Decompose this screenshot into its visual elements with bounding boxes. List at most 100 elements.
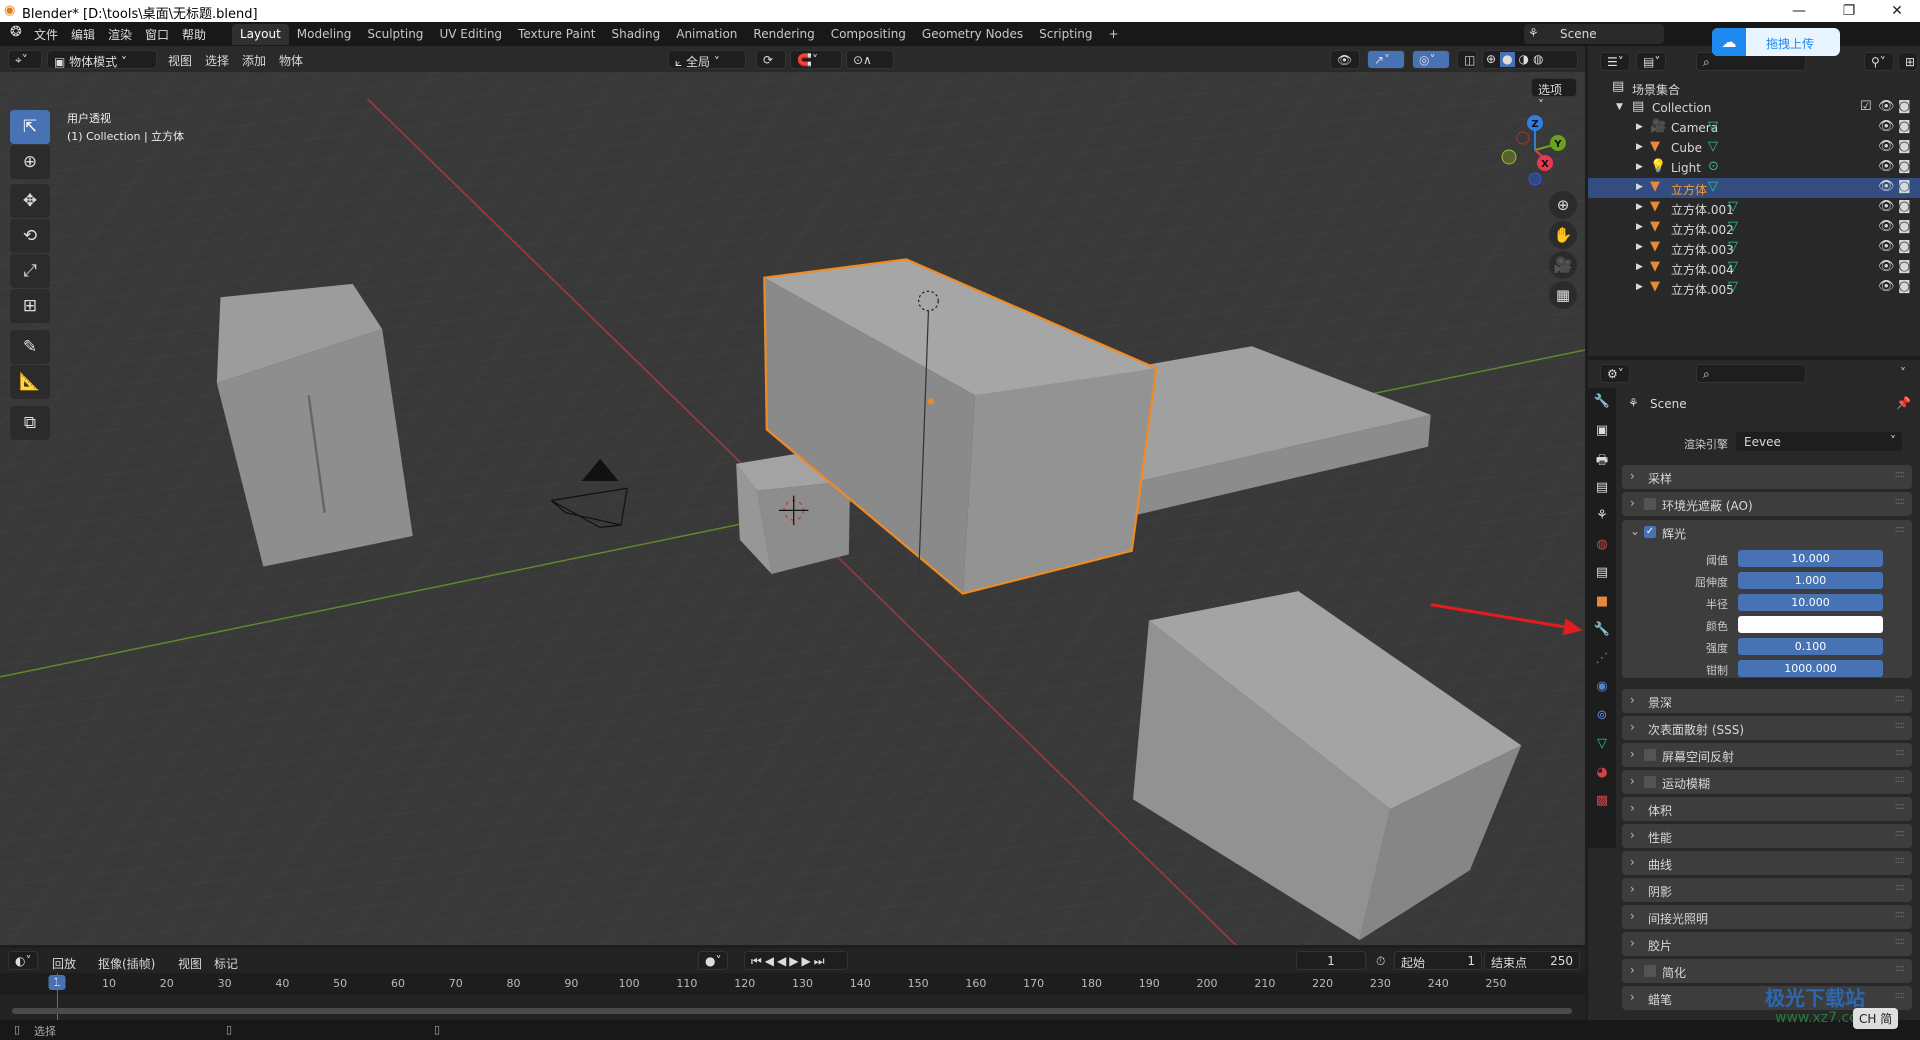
timeline-scrollbar[interactable] <box>12 1008 1572 1014</box>
bloom-field-value[interactable]: 10.000 <box>1738 550 1883 567</box>
upload-widget[interactable]: ☁ 拖拽上传 <box>1712 28 1840 56</box>
light-data-icon[interactable]: ⊙ <box>1708 159 1719 174</box>
drag-handle-icon[interactable]: :::: <box>1895 855 1906 866</box>
tab-scene-icon[interactable]: ⚘ <box>1592 508 1612 528</box>
chevron-right-icon[interactable]: › <box>1630 496 1635 510</box>
select-tool-icon[interactable]: ⇱ <box>10 110 50 144</box>
minimize-button[interactable]: — <box>1776 0 1822 22</box>
chevron-right-icon[interactable]: › <box>1630 963 1635 977</box>
current-frame-field[interactable]: 1 <box>1296 951 1366 970</box>
close-button[interactable]: ✕ <box>1874 0 1920 22</box>
bloom-field-value[interactable]: 1.000 <box>1738 572 1883 589</box>
outliner-item[interactable]: ▶ ▼ 立方体.002 ▽ 👁 ◙ <box>1588 218 1920 238</box>
mesh-data-icon[interactable]: ▽ <box>1708 179 1718 194</box>
menu-help[interactable]: 帮助 <box>182 26 206 43</box>
panel-checkbox[interactable] <box>1644 776 1656 788</box>
workspace-tab-2[interactable]: Sculpting <box>359 24 431 45</box>
eye-icon[interactable]: 👁 <box>1878 139 1895 154</box>
overlay-toggle-icon[interactable]: ◎˅ <box>1412 50 1450 69</box>
chevron-right-icon[interactable]: › <box>1630 774 1635 788</box>
eye-icon[interactable]: 👁 <box>1878 99 1895 114</box>
drag-handle-icon[interactable]: :::: <box>1895 496 1906 507</box>
outliner-item[interactable]: ▶ ▼ 立方体.005 ▽ 👁 ◙ <box>1588 278 1920 298</box>
stopwatch-icon[interactable]: ⏱ <box>1376 954 1385 969</box>
workspace-tab-8[interactable]: Compositing <box>823 24 914 45</box>
drag-handle-icon[interactable]: :::: <box>1895 693 1906 704</box>
menu-playback[interactable]: 回放 <box>52 955 76 972</box>
timeline-editor-icon[interactable]: ◐˅ <box>8 951 38 970</box>
panel[interactable]: › 次表面散射 (SSS):::: <box>1622 716 1912 740</box>
transform-tool-icon[interactable]: ⊞ <box>10 289 50 323</box>
workspace-tab-9[interactable]: Geometry Nodes <box>914 24 1031 45</box>
chevron-right-icon[interactable]: › <box>1630 828 1635 842</box>
mesh-data-icon[interactable]: ▽ <box>1728 219 1738 234</box>
menu-timeline-view[interactable]: 视图 <box>178 955 202 972</box>
3d-viewport[interactable]: 用户透视 (1) Collection | 立方体 ⇱ ⊕ ✥ ⟲ ⤢ ⊞ ✎ … <box>0 72 1585 945</box>
expand-arrow-icon[interactable]: ▶ <box>1636 122 1643 132</box>
chevron-right-icon[interactable]: › <box>1630 909 1635 923</box>
zoom-icon[interactable]: ⊕ <box>1549 191 1577 219</box>
chevron-right-icon[interactable]: › <box>1630 855 1635 869</box>
outliner-item[interactable]: ▶ ▼ Cube ▽ 👁 ◙ <box>1588 138 1920 158</box>
collection-row[interactable]: ▼ ▤ Collection ☑ 👁 ◙ <box>1588 98 1920 118</box>
pivot-icon[interactable]: ⟳ <box>756 50 786 69</box>
eye-icon[interactable]: 👁 <box>1878 199 1895 214</box>
outliner-item[interactable]: ▶ 💡 Light ⊙ 👁 ◙ <box>1588 158 1920 178</box>
expand-arrow-icon[interactable]: ▶ <box>1636 242 1643 252</box>
drag-handle-icon[interactable]: :::: <box>1895 524 1906 535</box>
expand-arrow-icon[interactable]: ▶ <box>1636 282 1643 292</box>
workspace-tab-4[interactable]: Texture Paint <box>510 24 603 45</box>
filter-icon[interactable]: ⚲˅ <box>1864 52 1894 71</box>
drag-handle-icon[interactable]: :::: <box>1895 469 1906 480</box>
properties-search[interactable]: ⌕ <box>1696 364 1806 383</box>
mesh-data-icon[interactable]: ▽ <box>1728 259 1738 274</box>
drag-handle-icon[interactable]: :::: <box>1895 882 1906 893</box>
tab-material-icon[interactable]: ◕ <box>1592 765 1612 785</box>
menu-marker[interactable]: 标记 <box>214 955 238 972</box>
panel-checkbox[interactable] <box>1644 749 1656 761</box>
render-engine-dropdown[interactable]: Eevee ˅ <box>1736 432 1902 451</box>
outliner-item[interactable]: ▶ ▼ 立方体.001 ▽ 👁 ◙ <box>1588 198 1920 218</box>
bloom-checkbox[interactable]: ✓ <box>1644 526 1656 538</box>
panel[interactable]: › 曲线:::: <box>1622 851 1912 875</box>
workspace-tab-1[interactable]: Modeling <box>289 24 360 45</box>
render-camera-icon[interactable]: ◙ <box>1898 159 1911 174</box>
render-camera-icon[interactable]: ◙ <box>1898 139 1911 154</box>
chevron-right-icon[interactable]: › <box>1630 747 1635 761</box>
annotate-tool-icon[interactable]: ✎ <box>10 330 50 364</box>
mesh-data-icon[interactable]: ▽ <box>1728 239 1738 254</box>
drag-handle-icon[interactable]: :::: <box>1895 774 1906 785</box>
transform-orientation[interactable]: ⟀ 全局 ˅ <box>668 50 746 69</box>
end-frame-field[interactable]: 结束点 250 <box>1484 951 1580 970</box>
visibility-icon[interactable]: 👁 <box>1330 50 1360 69</box>
menu-view[interactable]: 视图 <box>168 52 192 69</box>
editor-type-button[interactable]: ⌖˅ <box>8 50 42 69</box>
panel[interactable]: › 采样:::: <box>1622 465 1912 489</box>
snap-icon[interactable]: 🧲˅ <box>790 50 842 69</box>
menu-object[interactable]: 物体 <box>279 52 303 69</box>
workspace-tab-7[interactable]: Rendering <box>745 24 822 45</box>
navigation-gizmo[interactable]: Z Y X <box>1495 112 1575 192</box>
render-camera-icon[interactable]: ◙ <box>1898 179 1911 194</box>
drag-handle-icon[interactable]: :::: <box>1895 801 1906 812</box>
options-chevron-icon[interactable]: ˅ <box>1900 366 1906 380</box>
add-cube-tool-icon[interactable]: ⧉ <box>10 406 50 440</box>
record-icon[interactable]: ●˅ <box>698 951 728 970</box>
scene-canvas[interactable] <box>0 72 1585 945</box>
tab-physics-icon[interactable]: ◉ <box>1592 679 1612 699</box>
display-mode-icon[interactable]: ☰˅ <box>1600 52 1630 71</box>
chevron-right-icon[interactable]: › <box>1630 720 1635 734</box>
options-dropdown[interactable]: 选项 ˅ <box>1531 78 1577 112</box>
render-camera-icon[interactable]: ◙ <box>1898 259 1911 274</box>
expand-arrow-icon[interactable]: ▶ <box>1636 202 1643 212</box>
render-camera-icon[interactable]: ◙ <box>1898 219 1911 234</box>
tab-tool-icon[interactable]: 🔧 <box>1592 394 1612 414</box>
workspace-tab-11[interactable]: + <box>1101 24 1127 45</box>
chevron-right-icon[interactable]: › <box>1630 936 1635 950</box>
panel[interactable]: › 阴影:::: <box>1622 878 1912 902</box>
eye-icon[interactable]: 👁 <box>1878 239 1895 254</box>
pan-hand-icon[interactable]: ✋ <box>1549 221 1577 249</box>
drag-handle-icon[interactable]: :::: <box>1895 720 1906 731</box>
mesh-data-icon[interactable]: ▽ <box>1728 279 1738 294</box>
drag-handle-icon[interactable]: :::: <box>1895 828 1906 839</box>
